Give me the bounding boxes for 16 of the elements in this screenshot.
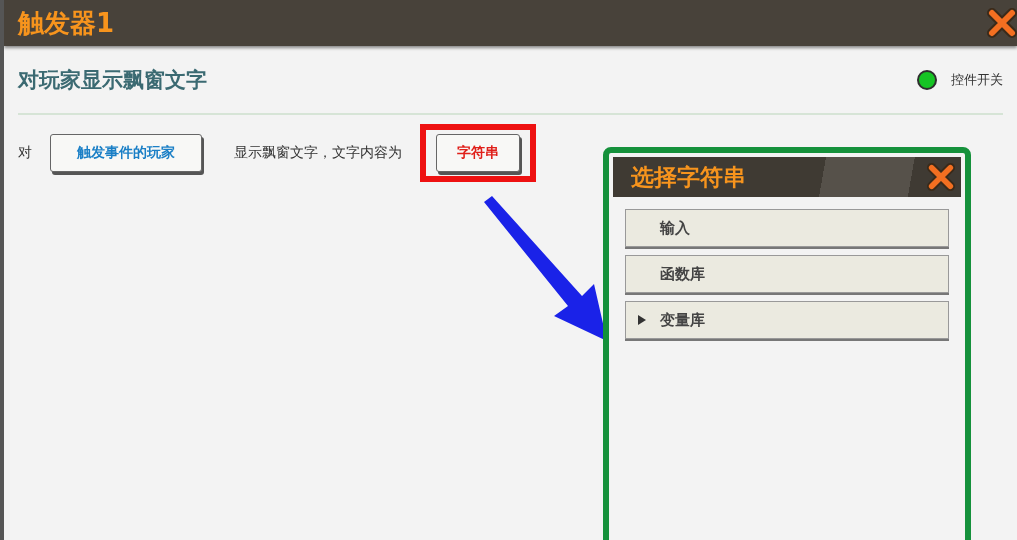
close-button[interactable] — [987, 8, 1017, 38]
close-icon — [987, 8, 1017, 38]
toggle-label: 控件开关 — [951, 70, 1003, 89]
close-button[interactable] — [927, 163, 955, 191]
toggle-indicator[interactable] — [917, 69, 937, 90]
action-title: 对玩家显示飘窗文字 — [18, 66, 207, 94]
popup-title: 选择字符串 — [631, 162, 746, 192]
menu-item[interactable]: 输入 — [625, 209, 949, 247]
menu-item[interactable]: 变量库 — [625, 301, 949, 339]
statement-text: 显示飘窗文字，文字内容为 — [234, 144, 402, 162]
parameter-button[interactable]: 字符串 — [436, 134, 520, 172]
menu-item[interactable]: 函数库 — [625, 255, 949, 293]
window-title: 触发器1 — [18, 6, 115, 40]
close-icon — [927, 163, 955, 191]
statement-text: 对 — [18, 144, 32, 162]
parameter-button[interactable]: 触发事件的玩家 — [50, 134, 202, 172]
